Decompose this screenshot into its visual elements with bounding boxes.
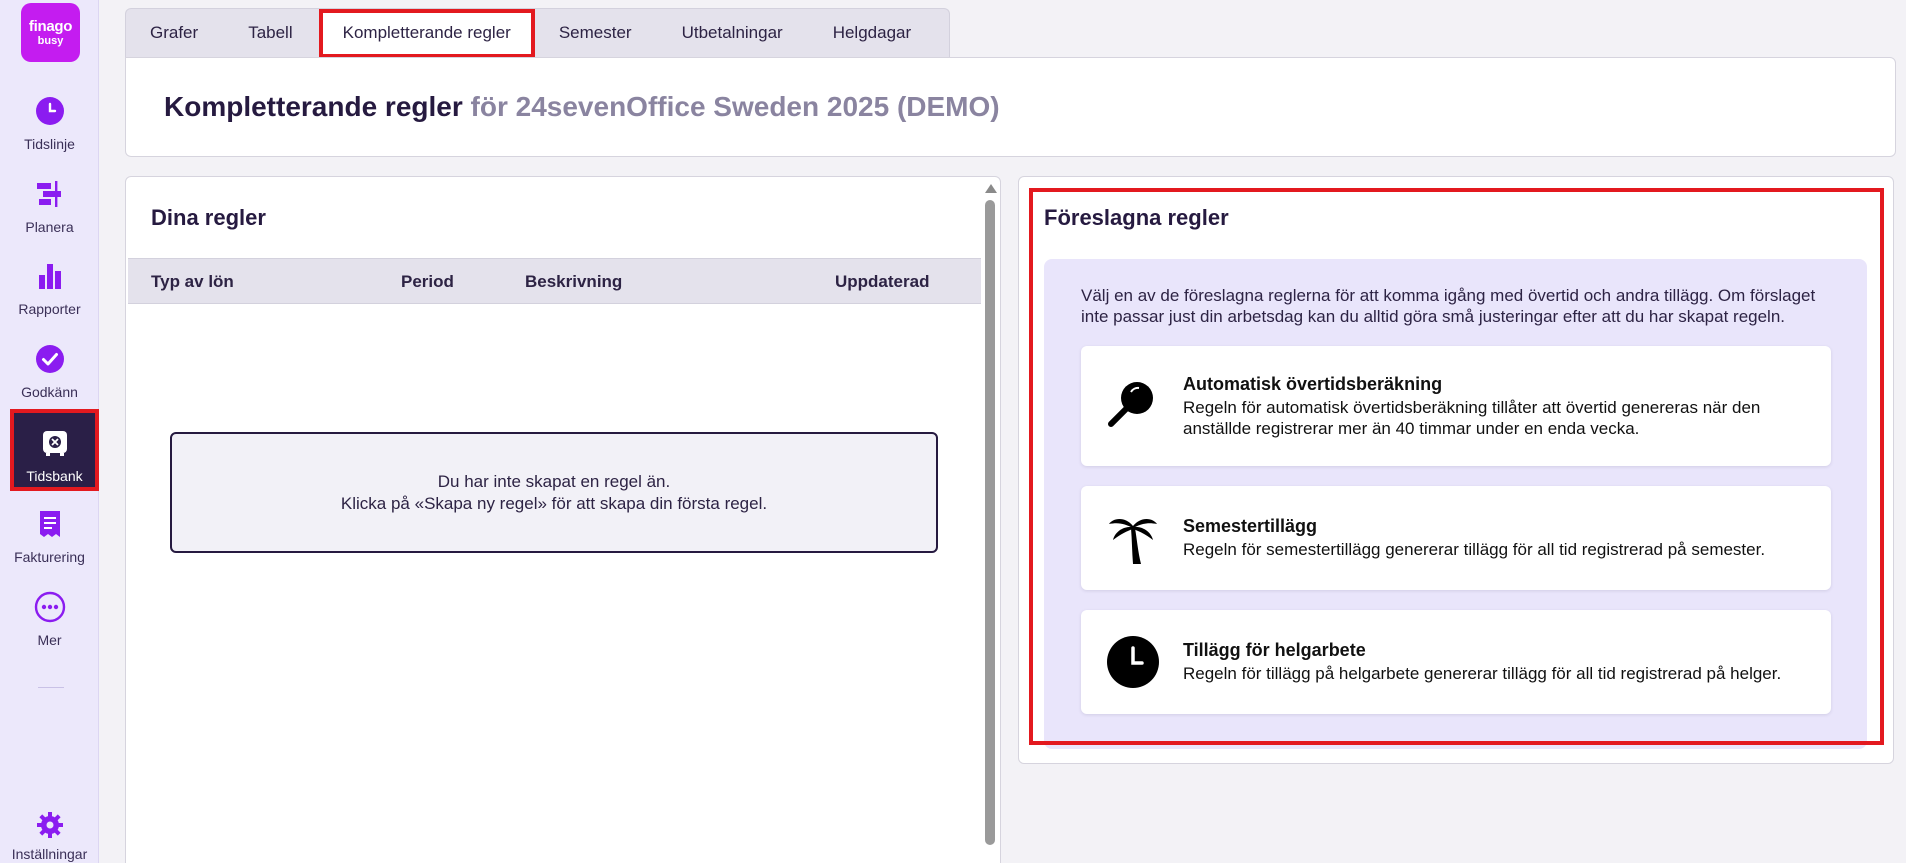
rule-title: Semestertillägg xyxy=(1183,516,1318,536)
sidebar-item-planera[interactable]: Planera xyxy=(0,177,99,257)
gantt-icon xyxy=(33,177,67,211)
suggested-rules-panel: Föreslagna regler Välj en av de föreslag… xyxy=(1018,176,1894,764)
tab-kompletterande-regler[interactable]: Kompletterande regler xyxy=(318,8,535,58)
safe-icon xyxy=(38,426,72,460)
sidebar: finago busy Tidslinje Planera Rapporter … xyxy=(0,0,99,863)
sidebar-item-label: Godkänn xyxy=(21,384,78,400)
check-circle-icon xyxy=(33,342,67,376)
bar-chart-icon xyxy=(33,259,67,293)
rule-card-overtid[interactable]: Automatisk övertidsberäkning Regeln för … xyxy=(1081,346,1831,466)
rule-card-helgarbete[interactable]: Tillägg för helgarbete Regeln för tilläg… xyxy=(1081,610,1831,714)
page-subtitle: för 24sevenOffice Sweden 2025 (DEMO) xyxy=(470,91,1000,122)
sidebar-item-installningar[interactable]: Inställningar xyxy=(0,808,99,863)
palm-tree-icon xyxy=(1105,510,1161,566)
gear-icon xyxy=(33,808,67,842)
more-icon xyxy=(33,590,67,624)
column-header-beskrivning[interactable]: Beskrivning xyxy=(525,272,622,292)
rule-description: Regeln för automatisk övertidsberäkning … xyxy=(1183,398,1761,438)
sidebar-divider xyxy=(38,687,64,688)
column-header-typ-av-lon[interactable]: Typ av lön xyxy=(151,272,234,292)
column-header-uppdaterad[interactable]: Uppdaterad xyxy=(835,272,929,292)
sidebar-item-fakturering[interactable]: Fakturering xyxy=(0,507,99,587)
suggested-rules-intro: Välj en av de föreslagna reglerna för at… xyxy=(1081,286,1816,326)
scrollbar[interactable] xyxy=(982,178,998,863)
sidebar-item-label: Tidsbank xyxy=(26,468,83,484)
tab-grafer[interactable]: Grafer xyxy=(150,23,198,43)
my-rules-panel: Dina regler Typ av lön Period Beskrivnin… xyxy=(125,176,1001,863)
sidebar-item-label: Mer xyxy=(37,632,62,648)
sidebar-item-label: Inställningar xyxy=(11,846,88,862)
rule-description: Regeln för semestertillägg genererar til… xyxy=(1183,540,1766,559)
sidebar-item-tidslinje[interactable]: Tidslinje xyxy=(0,94,99,174)
rule-title: Automatisk övertidsberäkning xyxy=(1183,374,1443,394)
magnifier-icon xyxy=(1105,376,1161,432)
my-rules-title: Dina regler xyxy=(151,205,266,230)
rule-card-semestertillagg[interactable]: Semestertillägg Regeln för semestertillä… xyxy=(1081,486,1831,590)
tab-helgdagar[interactable]: Helgdagar xyxy=(833,23,911,43)
rule-description: Regeln för tillägg på helgarbete generer… xyxy=(1183,664,1782,683)
sidebar-item-rapporter[interactable]: Rapporter xyxy=(0,259,99,339)
clock-icon xyxy=(1105,634,1161,690)
sidebar-item-label: Planera xyxy=(25,219,74,235)
rule-title: Tillägg för helgarbete xyxy=(1183,640,1366,660)
sidebar-item-tidsbank[interactable]: Tidsbank xyxy=(10,409,99,491)
page-header: Kompletterande regler för 24sevenOffice … xyxy=(125,57,1896,157)
suggested-rules-box: Välj en av de föreslagna reglerna för at… xyxy=(1044,259,1867,749)
scroll-thumb[interactable] xyxy=(985,200,995,845)
tab-bar: Grafer Tabell Kompletterande regler Seme… xyxy=(125,8,950,58)
clock-icon xyxy=(33,94,67,128)
empty-state-line1: Du har inte skapat en regel än. xyxy=(437,471,671,491)
sidebar-item-label: Tidslinje xyxy=(24,136,75,152)
tab-semester[interactable]: Semester xyxy=(559,23,632,43)
empty-state: Du har inte skapat en regel än. Klicka p… xyxy=(170,432,938,553)
sidebar-item-mer[interactable]: Mer xyxy=(0,590,99,670)
tab-tabell[interactable]: Tabell xyxy=(248,23,292,43)
column-header-period[interactable]: Period xyxy=(401,272,454,292)
sidebar-item-label: Fakturering xyxy=(14,549,85,565)
page-title: Kompletterande regler för 24sevenOffice … xyxy=(164,91,1000,122)
rules-table-header: Typ av lön Period Beskrivning Uppdaterad xyxy=(128,258,981,304)
suggested-rules-title: Föreslagna regler xyxy=(1044,205,1229,230)
invoice-icon xyxy=(33,507,67,541)
empty-state-line2: Klicka på «Skapa ny regel» för att skapa… xyxy=(340,493,768,513)
scroll-up-arrow-icon[interactable] xyxy=(985,184,997,193)
finago-busy-logo[interactable]: finago busy xyxy=(21,3,80,62)
tab-utbetalningar[interactable]: Utbetalningar xyxy=(682,23,783,43)
sidebar-item-label: Rapporter xyxy=(18,301,81,317)
